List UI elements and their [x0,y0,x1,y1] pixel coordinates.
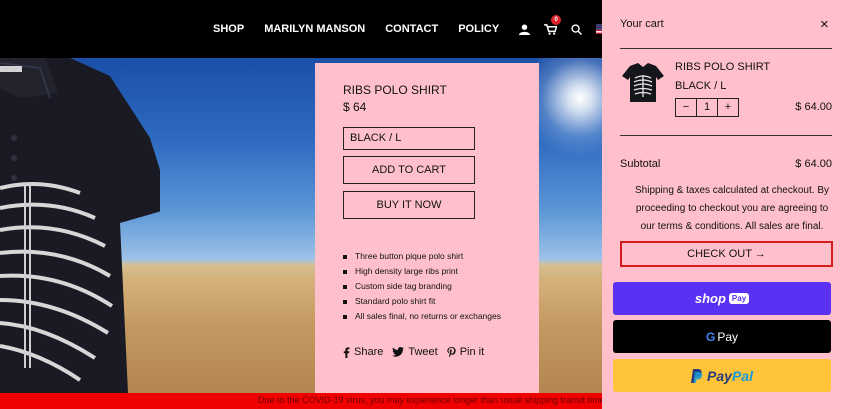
feature-item: Custom side tag branding [343,279,501,294]
feature-item: Three button pique polo shirt [343,249,501,264]
share-twitter-label: Tweet [408,346,438,358]
variant-select[interactable]: BLACK / L [343,127,475,150]
share-pinterest-link[interactable]: Pin it [447,346,484,358]
close-icon[interactable]: × [820,17,829,32]
product-image [0,58,160,393]
qty-increase-button[interactable]: + [718,99,738,116]
divider [620,135,832,136]
qty-input[interactable]: 1 [696,99,718,116]
cart-count-badge: 0 [551,14,562,25]
checkout-button[interactable]: CHECK OUT → [620,241,833,267]
product-price: $ 64 [343,100,367,114]
site-header: SHOP MARILYN MANSON CONTACT POLICY 0 [0,0,612,58]
share-row: Share Tweet Pin it [343,346,493,358]
banner-text: Due to the COVID-19 virus, you may exper… [258,395,602,405]
cart-item-name[interactable]: RIBS POLO SHIRT [675,61,770,73]
cart-item-price: $ 64.00 [795,101,832,113]
cart-item-variant: BLACK / L [675,80,727,92]
account-icon[interactable] [519,23,531,35]
nav-policy[interactable]: POLICY [458,23,499,35]
covid-announcement-banner: Due to the COVID-19 virus, you may exper… [0,393,602,409]
paypal-button[interactable]: Pay Pal [613,359,831,392]
pinterest-icon [447,346,456,357]
shop-pay-badge: Pay [728,293,750,304]
share-facebook-link[interactable]: Share [343,346,383,358]
paypal-label-pal: Pal [731,367,753,384]
google-g-icon: G [705,329,716,344]
twitter-icon [392,347,405,357]
feature-item: Standard polo shirt fit [343,294,501,309]
share-pinterest-label: Pin it [459,346,485,358]
paypal-p-icon [691,368,703,383]
google-pay-label: Pay [717,329,739,344]
facebook-icon [343,346,350,358]
nav-marilyn-manson[interactable]: MARILYN MANSON [264,23,365,35]
search-icon[interactable] [571,23,583,35]
quantity-stepper: − 1 + [675,98,739,117]
cart-drawer: Your cart × RIBS POLO SHIRT BLACK / L − … [602,0,850,409]
google-pay-button[interactable]: G Pay [613,320,831,353]
product-title: RIBS POLO SHIRT [343,83,447,97]
product-info-panel: RIBS POLO SHIRT $ 64 BLACK / L ADD TO CA… [315,63,539,393]
paypal-label-pay: Pay [707,367,732,384]
shop-pay-button[interactable]: shop Pay [613,282,831,315]
checkout-note: Shipping & taxes calculated at checkout.… [634,185,829,232]
qty-decrease-button[interactable]: − [676,99,696,116]
feature-item: All sales final, no returns or exchanges [343,309,501,324]
divider [620,48,832,49]
nav-contact[interactable]: CONTACT [385,23,438,35]
add-to-cart-button[interactable]: ADD TO CART [343,156,475,184]
cart-icon[interactable]: 0 [544,14,562,35]
subtotal-value: $ 64.00 [795,158,832,170]
shop-pay-label: shop [694,291,726,306]
main-nav: SHOP MARILYN MANSON CONTACT POLICY 0 [213,0,625,58]
cart-title: Your cart [620,18,664,30]
share-twitter-link[interactable]: Tweet [392,346,438,358]
share-facebook-label: Share [354,346,384,358]
product-features: Three button pique polo shirt High densi… [343,249,501,324]
subtotal-label: Subtotal [620,158,661,170]
buy-it-now-button[interactable]: BUY IT NOW [343,191,475,219]
nav-shop[interactable]: SHOP [213,23,244,35]
cart-item-thumbnail[interactable] [620,60,666,106]
feature-item: High density large ribs print [343,264,501,279]
